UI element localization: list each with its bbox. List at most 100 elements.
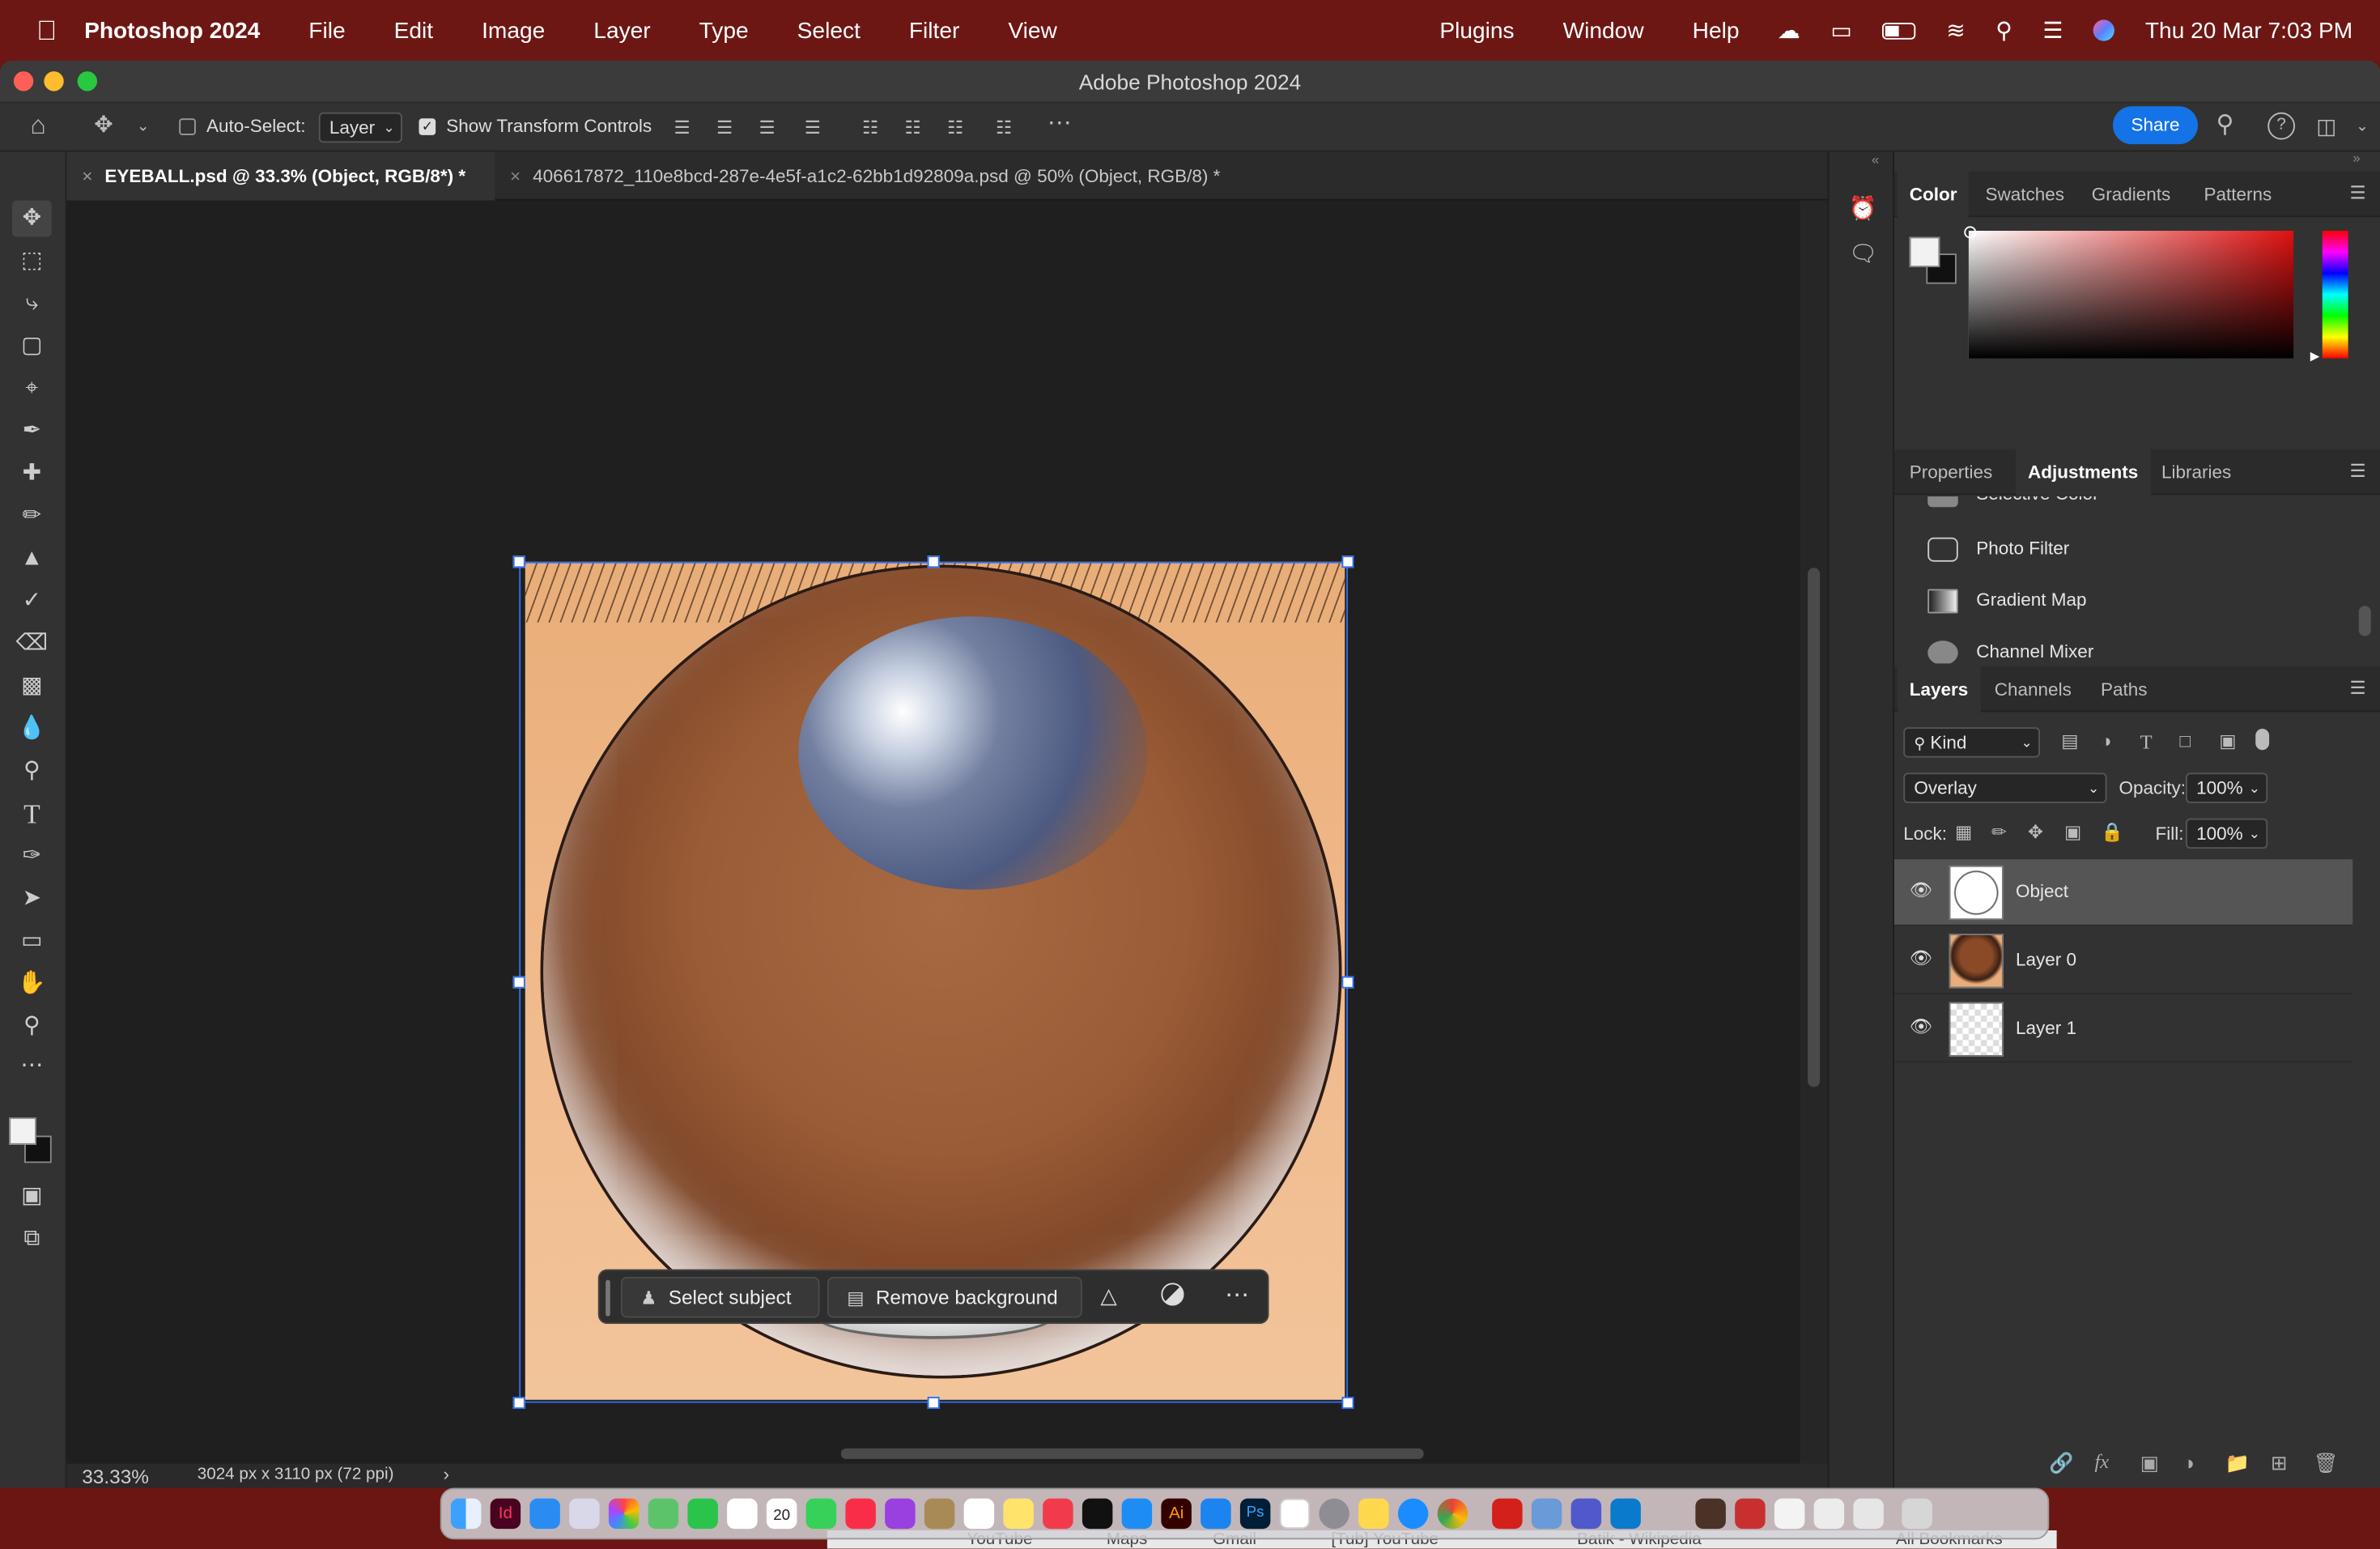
tab-paths[interactable]: Paths bbox=[2089, 666, 2160, 712]
object-selection-tool-icon[interactable]: ▢ bbox=[12, 328, 52, 364]
notes-icon[interactable] bbox=[1003, 1498, 1034, 1530]
finder-icon[interactable] bbox=[450, 1498, 482, 1530]
reminders-icon[interactable] bbox=[727, 1498, 758, 1530]
lock-artboard-icon[interactable]: ▣ bbox=[2064, 821, 2081, 842]
tab-properties[interactable]: Properties bbox=[1898, 449, 2005, 495]
menu-plugins[interactable]: Plugins bbox=[1415, 18, 1538, 44]
maps-icon[interactable] bbox=[648, 1498, 679, 1530]
tab-color[interactable]: Color bbox=[1897, 171, 1970, 218]
foreground-color-swatch[interactable] bbox=[9, 1117, 36, 1145]
filter-shape-icon[interactable]: □ bbox=[2180, 730, 2191, 751]
new-adjustment-layer-icon[interactable]: ◑ bbox=[2182, 1452, 2195, 1475]
zoom-level[interactable]: 33.33% bbox=[82, 1465, 149, 1487]
transform-handle-bottom-right[interactable] bbox=[1341, 1397, 1354, 1409]
trash-icon[interactable] bbox=[1902, 1498, 1932, 1530]
indesign-icon[interactable]: Id bbox=[490, 1498, 521, 1530]
vscode-icon[interactable] bbox=[1610, 1498, 1641, 1530]
panel-menu-icon[interactable]: ☰ bbox=[2350, 182, 2366, 203]
podcasts-icon[interactable] bbox=[885, 1498, 916, 1530]
filter-type-icon[interactable]: T bbox=[2140, 730, 2153, 755]
foreground-swatch[interactable] bbox=[1909, 236, 1940, 267]
wifi-icon[interactable]: ≋ bbox=[1946, 17, 1966, 45]
share-button[interactable]: Share bbox=[2113, 106, 2198, 145]
menu-clock[interactable]: Thu 20 Mar 7:03 PM bbox=[2145, 18, 2352, 44]
tab-layers[interactable]: Layers bbox=[1897, 666, 1981, 713]
align-left-icon[interactable]: ☰ bbox=[674, 116, 691, 140]
adjustment-photo-filter[interactable]: Photo Filter bbox=[1894, 524, 2350, 576]
filter-pixel-icon[interactable]: ▤ bbox=[2061, 730, 2078, 751]
transform-icon[interactable]: △ bbox=[1100, 1283, 1116, 1309]
adjustment-channel-mixer[interactable]: Channel Mixer bbox=[1894, 627, 2350, 664]
zoom-window-button[interactable] bbox=[77, 71, 97, 91]
close-window-button[interactable] bbox=[13, 71, 34, 91]
siri-icon[interactable] bbox=[2093, 19, 2115, 41]
chrome-icon[interactable] bbox=[1437, 1498, 1468, 1530]
eye-icon[interactable]: 👁 bbox=[1910, 947, 1933, 968]
add-mask-icon[interactable]: ▣ bbox=[2140, 1452, 2159, 1476]
panel-menu-icon[interactable]: ☰ bbox=[2350, 460, 2366, 481]
chevron-down-icon[interactable]: ⌄ bbox=[137, 116, 150, 140]
pen-tool-icon[interactable]: ✑ bbox=[12, 838, 52, 875]
tab-eyeball[interactable]: × EYEBALL.psd @ 33.3% (Object, RGB/8*) * bbox=[66, 151, 495, 201]
workspace-icon[interactable]: ◫ bbox=[2316, 114, 2336, 138]
eye-icon[interactable]: 👁 bbox=[1910, 879, 1933, 900]
chevron-down-icon[interactable]: ⌄ bbox=[2356, 116, 2369, 140]
eyedropper-tool-icon[interactable]: ✒ bbox=[12, 413, 52, 449]
move-tool-preset-icon[interactable]: ✥ bbox=[94, 113, 113, 138]
app-store-icon[interactable] bbox=[1121, 1498, 1153, 1530]
eye-icon[interactable]: 👁 bbox=[1910, 1015, 1933, 1036]
opacity-input[interactable]: 100% ⌄ bbox=[2186, 772, 2268, 803]
battery-icon[interactable] bbox=[1882, 22, 1916, 39]
close-icon[interactable]: × bbox=[82, 165, 92, 186]
auto-select-dropdown[interactable]: Layer ⌄ bbox=[318, 112, 402, 143]
spotlight-search-icon[interactable]: ⚲ bbox=[1995, 17, 2012, 45]
collapse-arrows-icon[interactable]: « bbox=[1872, 152, 1879, 168]
chevron-right-icon[interactable]: › bbox=[444, 1464, 450, 1485]
distribute-vertical-icon[interactable]: ☷ bbox=[996, 116, 1012, 140]
color-picker-marker[interactable] bbox=[1964, 226, 1977, 239]
layer-row-layer-0[interactable]: 👁 Layer 0 bbox=[1894, 928, 2353, 995]
layer-name[interactable]: Object bbox=[2016, 881, 2068, 902]
adjustment-icon[interactable] bbox=[1161, 1283, 1184, 1306]
safari-icon[interactable] bbox=[1397, 1498, 1429, 1530]
notes-app-icon[interactable] bbox=[924, 1498, 955, 1530]
music-icon[interactable] bbox=[845, 1498, 876, 1530]
control-center-icon[interactable]: ☰ bbox=[2042, 17, 2063, 45]
screen-mode-icon[interactable]: ⧉ bbox=[12, 1221, 52, 1257]
teams-icon[interactable] bbox=[1570, 1498, 1602, 1530]
hue-slider[interactable] bbox=[2322, 231, 2348, 359]
taskbar-drag-handle[interactable] bbox=[606, 1279, 610, 1317]
select-subject-button[interactable]: ♟ Select subject bbox=[620, 1276, 820, 1318]
layer-style-fx-icon[interactable]: fx bbox=[2095, 1450, 2110, 1475]
type-tool-icon[interactable]: T bbox=[12, 796, 52, 832]
distribute-icon[interactable]: ☰ bbox=[805, 116, 821, 140]
move-tool-icon[interactable]: ✥ bbox=[12, 200, 52, 237]
blend-mode-dropdown[interactable]: Overlay ⌄ bbox=[1903, 772, 2107, 803]
auto-select-checkbox[interactable] bbox=[179, 118, 196, 135]
system-settings-icon[interactable] bbox=[1319, 1498, 1349, 1530]
layer-row-object[interactable]: 👁 Object bbox=[1894, 859, 2353, 926]
tab-channels[interactable]: Channels bbox=[1983, 666, 2084, 712]
transform-handle-top-right[interactable] bbox=[1341, 555, 1354, 568]
menu-layer[interactable]: Layer bbox=[569, 18, 674, 44]
vertical-scrollbar[interactable] bbox=[1800, 200, 1828, 1464]
apple-icon[interactable]:  bbox=[0, 15, 72, 46]
clone-stamp-tool-icon[interactable]: ▲ bbox=[12, 541, 52, 577]
brush-tool-icon[interactable]: ✏ bbox=[12, 498, 52, 534]
tab-patterns[interactable]: Patterns bbox=[2192, 172, 2284, 217]
transform-handle-top[interactable] bbox=[927, 555, 940, 568]
adjustment-selective-color[interactable]: Selective Color bbox=[1894, 496, 2350, 521]
link-layers-icon[interactable]: 🔗 bbox=[2049, 1452, 2073, 1476]
lock-position-icon[interactable]: ✥ bbox=[2028, 821, 2043, 842]
filter-smart-object-icon[interactable]: ▣ bbox=[2219, 730, 2236, 751]
tab-second-document[interactable]: × 406617872_110e8bcd-287e-4e5f-a1c2-62bb1… bbox=[495, 152, 1235, 201]
menu-file[interactable]: File bbox=[284, 18, 369, 44]
blur-tool-icon[interactable]: 💧 bbox=[12, 711, 52, 747]
minimize-window-button[interactable] bbox=[44, 71, 64, 91]
tab-gradients[interactable]: Gradients bbox=[2080, 172, 2183, 217]
tab-swatches[interactable]: Swatches bbox=[1974, 172, 2077, 217]
quick-mask-icon[interactable]: ▣ bbox=[12, 1178, 52, 1215]
menu-view[interactable]: View bbox=[984, 18, 1081, 44]
close-icon[interactable]: × bbox=[510, 165, 521, 186]
recent-window-2-icon[interactable] bbox=[1735, 1498, 1766, 1530]
